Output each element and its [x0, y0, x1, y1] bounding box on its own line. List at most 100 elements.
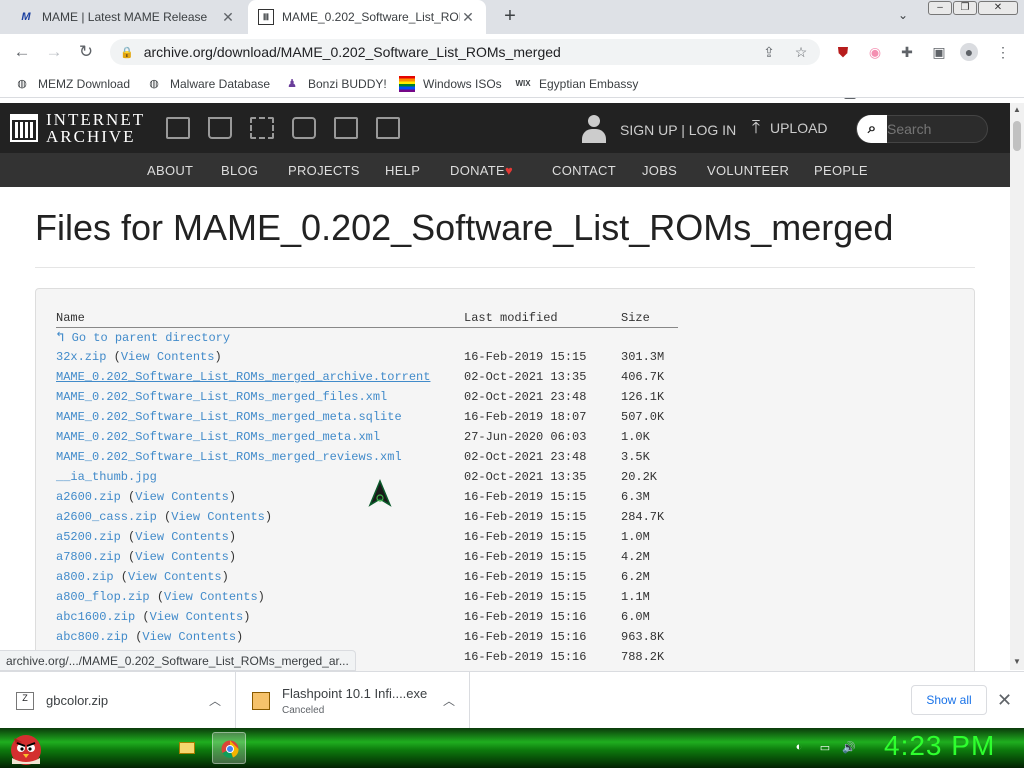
- file-link[interactable]: MAME_0.202_Software_List_ROMs_merged_fil…: [56, 390, 387, 404]
- close-tab-icon[interactable]: ✕: [220, 9, 236, 26]
- nav-jobs[interactable]: JOBS: [642, 163, 677, 178]
- parent-dir-link[interactable]: Go to parent directory: [72, 331, 230, 345]
- file-link[interactable]: a5200.zip: [56, 530, 121, 544]
- view-contents-link[interactable]: View Contents: [128, 570, 222, 584]
- bookmark-malware-db[interactable]: ◍ Malware Database: [146, 75, 270, 93]
- nav-volunteer[interactable]: VOLUNTEER: [707, 163, 789, 178]
- close-shelf-icon[interactable]: ✕: [997, 690, 1012, 711]
- file-row: MAME_0.202_Software_List_ROMs_merged_met…: [56, 407, 678, 427]
- chrome-taskbar-icon[interactable]: [212, 732, 246, 764]
- page-scrollbar[interactable]: ▲ ▼: [1010, 103, 1024, 670]
- forward-button[interactable]: →: [42, 40, 66, 64]
- video-film-icon[interactable]: [250, 117, 274, 139]
- web-icon[interactable]: [166, 117, 190, 139]
- file-link[interactable]: abc1600.zip: [56, 610, 135, 624]
- bookmark-windows-isos[interactable]: Windows ISOs: [399, 75, 502, 93]
- file-explorer-folder-icon[interactable]: [170, 732, 204, 764]
- parent-dir-icon[interactable]: ↰: [56, 330, 64, 346]
- bookmark-memz[interactable]: ◍ MEMZ Download: [14, 75, 130, 93]
- scroll-up-icon[interactable]: ▲: [1013, 105, 1021, 114]
- search-icon[interactable]: ⌕: [857, 115, 887, 143]
- ia-search-box[interactable]: ⌕: [856, 115, 988, 143]
- download-item[interactable]: Z gbcolor.zip ︿: [0, 672, 236, 729]
- ia-logo[interactable]: INTERNET ARCHIVE: [10, 111, 145, 145]
- file-row: MAME_0.202_Software_List_ROMs_merged_rev…: [56, 447, 678, 467]
- trans-flag-extension-icon[interactable]: ◉: [866, 43, 884, 61]
- back-button[interactable]: ←: [10, 40, 34, 64]
- ia-search-input[interactable]: [887, 121, 982, 137]
- file-modified: 02-Oct-2021 13:35: [464, 470, 587, 484]
- audio-speaker-icon[interactable]: [292, 117, 316, 139]
- bookmark-star-icon[interactable]: ☆: [792, 43, 810, 61]
- restore-button[interactable]: ❐: [953, 1, 977, 15]
- upload-link[interactable]: ⤒ UPLOAD: [752, 117, 828, 138]
- download-shelf: Z gbcolor.zip ︿ Flashpoint 10.1 Infi....…: [0, 671, 1024, 729]
- tray-app-icon[interactable]: ◐: [792, 741, 806, 755]
- view-contents-link[interactable]: View Contents: [142, 630, 236, 644]
- profile-avatar-icon[interactable]: ●: [960, 43, 978, 61]
- reload-button[interactable]: ↻: [74, 40, 98, 64]
- file-link[interactable]: a2600_cass.zip: [56, 510, 157, 524]
- share-icon[interactable]: ⇪: [760, 43, 778, 61]
- view-contents-link[interactable]: View Contents: [135, 550, 229, 564]
- chevron-up-icon[interactable]: ︿: [209, 692, 221, 709]
- menu-kebab-icon[interactable]: ⋮: [994, 43, 1012, 61]
- texts-book-icon[interactable]: [208, 117, 232, 139]
- view-contents-link[interactable]: View Contents: [135, 490, 229, 504]
- nav-about[interactable]: ABOUT: [147, 163, 193, 178]
- close-tab-icon[interactable]: ✕: [460, 9, 476, 26]
- new-tab-button[interactable]: +: [498, 5, 522, 29]
- file-row: a5200.zip (View Contents) 16-Feb-2019 15:…: [56, 527, 678, 547]
- file-link[interactable]: a2600.zip: [56, 490, 121, 504]
- nav-projects[interactable]: PROJECTS: [288, 163, 360, 178]
- show-all-button[interactable]: Show all: [911, 685, 987, 715]
- scroll-down-icon[interactable]: ▼: [1013, 657, 1021, 666]
- minimize-button[interactable]: –: [928, 1, 952, 15]
- side-panel-icon[interactable]: ▣: [930, 43, 948, 61]
- parent-dir-row: ↰ Go to parent directory: [56, 327, 678, 347]
- tab-mame[interactable]: M MAME | Latest MAME Release ✕: [8, 0, 246, 34]
- volume-icon[interactable]: 🔊: [842, 741, 856, 755]
- file-row: a800.zip (View Contents) 16-Feb-2019 15:1…: [56, 567, 678, 587]
- nav-help[interactable]: HELP: [385, 163, 420, 178]
- nav-donate[interactable]: DONATE: [450, 163, 505, 178]
- download-item[interactable]: Flashpoint 10.1 Infi....exe Canceled ︿: [236, 672, 470, 729]
- view-contents-link[interactable]: View Contents: [171, 510, 265, 524]
- address-bar[interactable]: 🔒: [110, 39, 820, 65]
- chevron-up-icon[interactable]: ︿: [443, 692, 455, 709]
- file-link[interactable]: a800_flop.zip: [56, 590, 150, 604]
- file-link[interactable]: MAME_0.202_Software_List_ROMs_merged_met…: [56, 430, 380, 444]
- lock-icon[interactable]: 🔒: [120, 46, 134, 59]
- tab-search-icon[interactable]: ⌄: [898, 8, 908, 22]
- file-link[interactable]: a800.zip: [56, 570, 114, 584]
- url-input[interactable]: [143, 44, 744, 60]
- file-link[interactable]: 32x.zip: [56, 350, 106, 364]
- close-window-button[interactable]: ✕: [978, 1, 1018, 15]
- images-photo-icon[interactable]: [376, 117, 400, 139]
- internet-archive-icon: Ⅲ: [258, 9, 274, 25]
- nav-people[interactable]: PEOPLE: [814, 163, 868, 178]
- file-link[interactable]: abc800.zip: [56, 630, 128, 644]
- file-link[interactable]: __ia_thumb.jpg: [56, 470, 157, 484]
- network-icon[interactable]: ▭: [818, 741, 832, 755]
- bookmark-egyptian-embassy[interactable]: WIX Egyptian Embassy: [515, 75, 638, 93]
- nav-blog[interactable]: BLOG: [221, 163, 258, 178]
- view-contents-link[interactable]: View Contents: [150, 610, 244, 624]
- scrollbar-thumb[interactable]: [1013, 121, 1021, 151]
- software-floppy-icon[interactable]: [334, 117, 358, 139]
- view-contents-link[interactable]: View Contents: [164, 590, 258, 604]
- file-link[interactable]: MAME_0.202_Software_List_ROMs_merged_met…: [56, 410, 402, 424]
- bookmark-bonzi[interactable]: ♟ Bonzi BUDDY!: [284, 75, 387, 93]
- view-contents-link[interactable]: View Contents: [121, 350, 215, 364]
- view-contents-link[interactable]: View Contents: [135, 530, 229, 544]
- angry-bird-start-icon[interactable]: [6, 728, 46, 768]
- file-link[interactable]: MAME_0.202_Software_List_ROMs_merged_arc…: [56, 370, 430, 384]
- signin-link[interactable]: SIGN UP | LOG IN: [580, 115, 736, 145]
- tab-archive[interactable]: Ⅲ MAME_0.202_Software_List_ROM ✕: [248, 0, 486, 34]
- extensions-puzzle-icon[interactable]: ✚: [898, 43, 916, 61]
- file-link[interactable]: MAME_0.202_Software_List_ROMs_merged_rev…: [56, 450, 402, 464]
- file-link[interactable]: a7800.zip: [56, 550, 121, 564]
- nav-contact[interactable]: CONTACT: [552, 163, 616, 178]
- taskbar-clock[interactable]: 4:23 PM: [884, 730, 995, 762]
- ublock-extension-icon[interactable]: ⛊: [834, 43, 852, 61]
